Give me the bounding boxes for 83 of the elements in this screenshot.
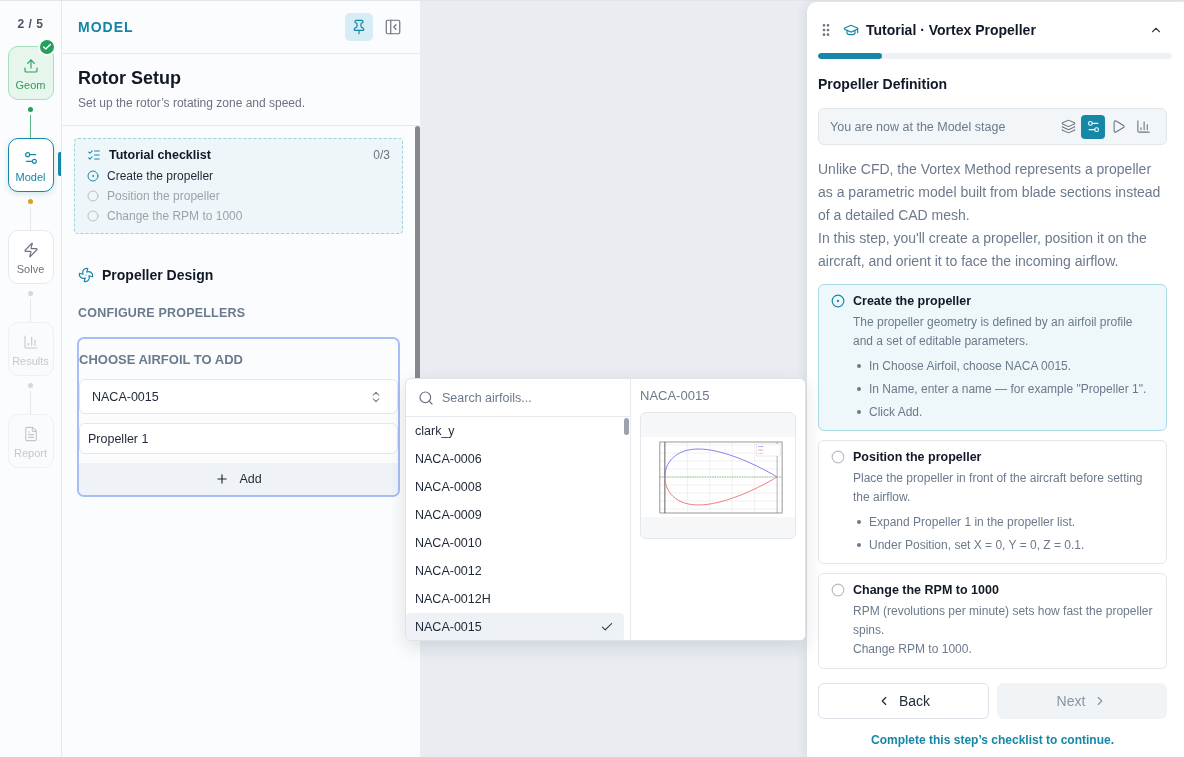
graduation-cap-icon (843, 22, 859, 38)
airfoil-option[interactable]: NACA-0008 (406, 473, 624, 501)
airfoil-option[interactable]: NACA-0015 (406, 613, 624, 640)
step-counter: 2 / 5 (17, 17, 44, 31)
circle-icon (831, 583, 845, 597)
step-card-text: Place the propeller in front of the aircraft before setting the airflow. (853, 470, 1144, 506)
form-label: CHOOSE AIRFOIL TO ADD (79, 351, 244, 368)
checklist-count: 0/3 (373, 148, 390, 162)
bullet-text: In Choose Airfoil, choose NACA 0015. (869, 358, 1072, 373)
footer-note: Complete this step’s checklist to continue. (870, 732, 1115, 748)
tutorial-title: Tutorial · Vortex Propeller (866, 22, 1037, 38)
step-card[interactable]: Change the RPM to 1000 RPM (revolutions per minute) sets how fast the propeller spins. Change RPM to 1000. (818, 573, 1167, 669)
airfoil-option[interactable]: NACA-0009 (406, 501, 624, 529)
bar-chart-icon (1135, 119, 1151, 134)
check-icon (600, 620, 614, 634)
airfoil-option[interactable]: clark_y (406, 417, 624, 445)
status-dot-icon (28, 199, 33, 204)
step-card-text: The propeller geometry is defined by an airfoil profile and a set of editable parameters. (853, 314, 1134, 350)
bullet-icon (857, 386, 861, 391)
pin-button[interactable] (345, 13, 373, 41)
step-button[interactable]: Model (7, 138, 54, 192)
document-icon (22, 426, 39, 442)
airfoil-option[interactable]: NACA-0010 (406, 529, 624, 557)
step-card-title: Change the RPM to 1000 (853, 582, 1000, 598)
step-card[interactable]: Position the propeller Place the propeller in front of the aircraft before setting the airflow. Expand Propeller 1 in the propeller list. Under Position, set X = 0, Y = 0, Z = 0.1. (818, 440, 1167, 564)
bullet-text: In Name, enter a name — for example "Propeller 1". (869, 381, 1147, 396)
search-field[interactable]: Search airfoils... (442, 384, 620, 411)
step-button[interactable]: Solve (7, 230, 54, 284)
add-button[interactable]: Add (79, 463, 398, 495)
checklist-title: Tutorial checklist (109, 148, 212, 162)
radio-dot-icon (831, 294, 845, 308)
bullet-icon (857, 542, 861, 547)
step-card-title: Position the propeller (853, 449, 983, 465)
bar-chart-icon (22, 334, 39, 350)
plus-icon (215, 472, 230, 486)
checklist-item-text: Position the propeller (107, 189, 220, 203)
page-subtitle: Set up the rotor’s rotating zone and speed. (78, 95, 307, 111)
panel-title: MODEL (78, 19, 134, 35)
check-badge-icon (37, 38, 56, 56)
active-step-indicator (58, 152, 61, 176)
group-label: CONFIGURE PROPELLERS (77, 305, 247, 321)
bullet-icon (857, 363, 861, 368)
scrollbar-thumb[interactable] (624, 418, 629, 435)
status-dot-icon (28, 383, 33, 388)
upload-icon (22, 58, 39, 74)
bullet-icon (857, 519, 861, 524)
back-button[interactable]: Back (818, 683, 989, 719)
fan-icon (78, 267, 94, 283)
checklist-icon (87, 148, 101, 162)
bullet-text: Under Position, set X = 0, Y = 0, Z = 0.1. (869, 537, 1085, 552)
airfoil-option[interactable]: NACA-0012H (406, 585, 624, 613)
step-card-title: Create the propeller (853, 293, 973, 309)
checklist-item-text: Change the RPM to 1000 (107, 209, 243, 223)
page-title: Rotor Setup (78, 67, 182, 89)
airfoil-option[interactable]: NACA-0006 (406, 445, 624, 473)
bullet-text: Expand Propeller 1 in the propeller list. (869, 514, 1076, 529)
airfoil-option[interactable]: NACA-0012 (406, 557, 624, 585)
intro-paragraph: Unlike CFD, the Vortex Method represents a propeller as a parametric model built from blade sections instead of a detailed CAD mesh. (818, 160, 1162, 225)
stage-hint-text: You are now at the Model stage (830, 119, 1007, 134)
step-card[interactable] (818, 284, 1167, 431)
intro-paragraph: In this step, you'll create a propeller, position it on the aircraft, and orient it to face the incoming airflow. (818, 229, 1148, 271)
pin-icon (351, 19, 367, 35)
section-title: Propeller Design (102, 267, 214, 283)
airfoil-select[interactable]: NACA-0015 (79, 379, 398, 414)
sliders-icon (22, 150, 39, 166)
checklist-item-text: Create the propeller (107, 169, 214, 183)
layers-icon (1060, 119, 1076, 134)
status-dot-icon (28, 107, 33, 112)
bullet-text: Click Add. (869, 404, 923, 419)
play-icon (1110, 119, 1126, 134)
circle-icon (831, 450, 845, 464)
step-title: Propeller Definition (818, 75, 949, 93)
step-card-text: Change RPM to 1000. (853, 641, 973, 658)
name-input[interactable]: Propeller 1 (79, 423, 398, 454)
search-icon (418, 389, 434, 406)
stage-button[interactable] (1081, 114, 1105, 139)
status-dot-icon (28, 291, 33, 296)
lightning-icon (22, 242, 39, 258)
sliders-icon (1085, 119, 1101, 134)
preview-title: NACA-0015 (640, 388, 711, 404)
step-card-text: RPM (revolutions per minute) sets how fast the propeller spins. (853, 603, 1154, 639)
sidebar-collapse-icon (384, 18, 402, 36)
bullet-icon (857, 409, 861, 414)
